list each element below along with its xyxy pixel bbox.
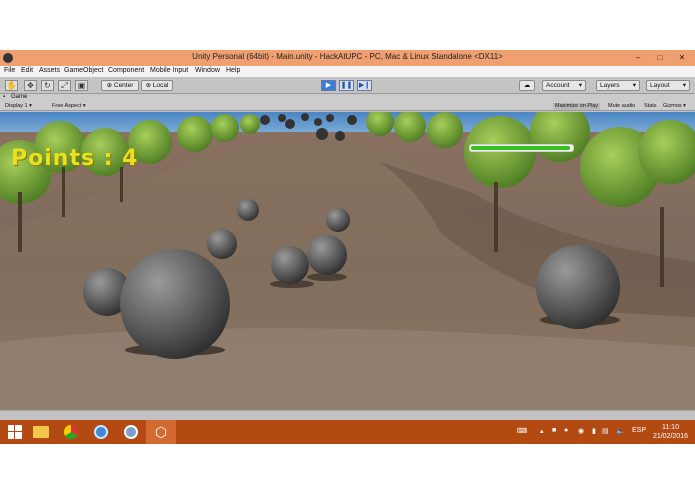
game-viewport[interactable]: Points : 4: [0, 112, 695, 410]
network-app-taskbar-button[interactable]: [86, 420, 116, 444]
globe-icon: [94, 425, 108, 439]
menu-edit[interactable]: Edit: [21, 67, 33, 74]
menu-mobile-input[interactable]: Mobile Input: [150, 67, 188, 74]
pause-button[interactable]: ❚❚: [339, 80, 354, 91]
move-tool-icon[interactable]: ✥: [24, 80, 37, 91]
scale-tool-icon[interactable]: ⤢: [58, 80, 71, 91]
account-dropdown[interactable]: Account ▾: [542, 80, 586, 91]
chevron-up-icon[interactable]: ▴: [540, 427, 544, 435]
points-counter: Points : 4: [11, 146, 139, 171]
pivot-toggle-button[interactable]: ⊕ Center: [101, 80, 139, 91]
space-toggle-button[interactable]: ⊛ Local: [141, 80, 173, 91]
rect-tool-icon[interactable]: ▣: [75, 80, 88, 91]
folder-icon: [33, 426, 49, 438]
rotate-tool-icon[interactable]: ↻: [41, 80, 54, 91]
maximize-on-play-toggle[interactable]: Maximize on Play: [553, 103, 601, 110]
health-bar-fill: [471, 146, 570, 150]
menu-help[interactable]: Help: [226, 67, 240, 74]
space-label: Local: [152, 82, 169, 89]
game-view-icon: ▪: [3, 94, 6, 100]
status-bar: [0, 410, 695, 420]
tray-app-icon[interactable]: ■: [552, 427, 556, 434]
mute-audio-toggle[interactable]: Mute audio: [606, 103, 637, 110]
menu-file[interactable]: File: [4, 67, 15, 74]
unity-taskbar-button[interactable]: ⬡: [146, 420, 176, 444]
cloud-icon: ☁: [523, 82, 531, 89]
app-icon: [124, 425, 138, 439]
layers-label: Layers: [600, 82, 620, 89]
aspect-label: Free Aspect: [52, 103, 82, 109]
chrome-icon: [64, 425, 78, 439]
tray-app-icon[interactable]: ●: [564, 427, 568, 434]
chevron-down-icon: ▾: [578, 82, 582, 89]
pivot-icon: ⊕: [106, 82, 113, 89]
layers-dropdown[interactable]: Layers ▾: [596, 80, 640, 91]
clock-time: 11:10: [661, 424, 679, 431]
app-taskbar-button[interactable]: [116, 420, 146, 444]
file-explorer-taskbar-button[interactable]: [26, 420, 56, 444]
menu-gameobject[interactable]: GameObject: [64, 67, 103, 74]
chrome-taskbar-button[interactable]: [56, 420, 86, 444]
network-icon[interactable]: ▤: [602, 427, 609, 435]
chevron-down-icon: ▾: [632, 82, 636, 89]
battery-icon[interactable]: ▮: [592, 427, 596, 435]
menu-window[interactable]: Window: [195, 67, 220, 74]
pivot-label: Center: [113, 82, 134, 89]
play-button[interactable]: ▶: [321, 80, 336, 91]
menu-assets[interactable]: Assets: [39, 67, 60, 74]
chevron-down-icon: ▾: [682, 82, 686, 89]
hand-tool-icon[interactable]: ✋: [5, 80, 18, 91]
game-controls-bar: Display 1 ▾ Free Aspect ▾ Maximize on Pl…: [0, 102, 695, 111]
language-indicator[interactable]: ESP: [632, 427, 646, 434]
tray-app-icon[interactable]: ◉: [578, 427, 584, 435]
game-tab-bar: ▪ Game: [0, 94, 695, 102]
window-title: Unity Personal (64bit) - Main.unity - Ha…: [192, 52, 503, 61]
cloud-button[interactable]: ☁: [519, 80, 535, 91]
display-dropdown[interactable]: Display 1 ▾: [3, 103, 34, 110]
taskbar: ⬡ ⌨ ▴ ■ ● ◉ ▮ ▤ 🔈 ESP 11:10 21/02/2016: [0, 420, 695, 444]
health-bar: [469, 144, 574, 152]
step-button[interactable]: ▶❙: [357, 80, 372, 91]
maximize-button[interactable]: □: [654, 52, 666, 63]
layout-dropdown[interactable]: Layout ▾: [646, 80, 690, 91]
close-button[interactable]: ✕: [676, 52, 688, 63]
minimize-button[interactable]: –: [632, 52, 644, 63]
layout-label: Layout: [650, 82, 670, 89]
account-label: Account: [546, 82, 570, 89]
keyboard-icon[interactable]: ⌨: [517, 427, 527, 435]
globe-icon: ⊛: [145, 82, 152, 89]
gizmos-label: Gizmos: [663, 103, 682, 109]
gizmos-dropdown[interactable]: Gizmos ▾: [661, 103, 688, 110]
display-label: Display 1: [5, 103, 28, 109]
unity-icon: ⬡: [154, 423, 168, 440]
toolbar: ✋ ✥ ↻ ⤢ ▣ ⊕ Center ⊛ Local ▶ ❚❚ ▶❙ ☁ Acc…: [0, 77, 695, 94]
aspect-dropdown[interactable]: Free Aspect ▾: [50, 103, 88, 110]
menu-bar: File Edit Assets GameObject Component Mo…: [0, 66, 695, 77]
screen: Unity Personal (64bit) - Main.unity - Ha…: [0, 50, 695, 444]
menu-component[interactable]: Component: [108, 67, 144, 74]
clock[interactable]: 11:10 21/02/2016: [653, 423, 688, 441]
windows-logo-icon: [8, 425, 22, 439]
stats-toggle[interactable]: Stats: [642, 103, 659, 110]
clock-date: 21/02/2016: [652, 433, 688, 440]
tab-game[interactable]: Game: [11, 94, 27, 100]
title-bar: Unity Personal (64bit) - Main.unity - Ha…: [0, 50, 695, 66]
volume-icon[interactable]: 🔈: [616, 427, 625, 435]
